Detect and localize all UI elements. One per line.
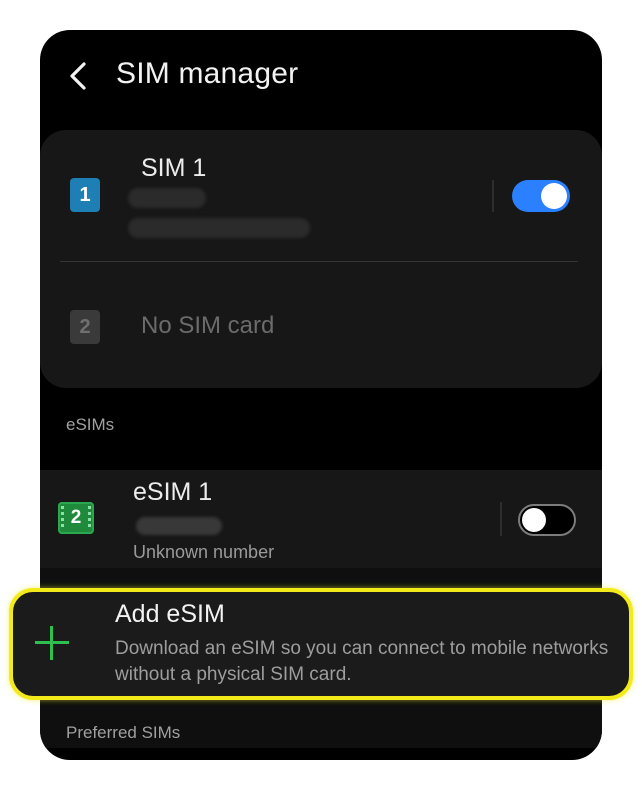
sim-2-row: 2 No SIM card	[40, 262, 602, 388]
physical-sim-card-group: 1 SIM 1 2 No SIM card	[40, 130, 602, 388]
sim-2-badge-icon: 2	[70, 310, 100, 344]
esim-1-toggle[interactable]	[518, 504, 576, 536]
esims-section-label: eSIMs	[66, 415, 115, 434]
toggle-knob	[522, 508, 546, 532]
add-esim-button[interactable]: Add eSIM Download an eSIM so you can con…	[9, 588, 633, 700]
no-sim-card-label: No SIM card	[141, 312, 275, 339]
esim-1-name: eSIM 1	[133, 478, 213, 506]
sim-1-row[interactable]: 1 SIM 1	[40, 130, 602, 260]
add-esim-description: Download an eSIM so you can connect to m…	[115, 638, 609, 685]
preferred-sims-section-label: Preferred SIMs	[66, 723, 181, 742]
sim-1-toggle[interactable]	[512, 180, 570, 212]
add-esim-title: Add eSIM	[115, 600, 225, 628]
obscured-carrier-text	[128, 188, 206, 208]
vertical-divider	[492, 180, 494, 212]
sim-1-name: SIM 1	[141, 154, 207, 182]
app-bar: SIM manager	[40, 30, 602, 120]
toggle-knob	[541, 183, 567, 209]
obscured-phone-number	[128, 218, 310, 238]
plus-icon	[35, 626, 69, 660]
esim-badge-icon: 2	[58, 502, 94, 534]
vertical-divider	[500, 502, 502, 536]
sim-1-badge-icon: 1	[70, 178, 100, 212]
esim-1-row[interactable]: 2 eSIM 1 Unknown number	[40, 470, 602, 568]
obscured-carrier-text	[136, 517, 222, 535]
page-title: SIM manager	[116, 57, 299, 90]
chevron-left-icon[interactable]	[66, 58, 90, 94]
esim-1-number: Unknown number	[133, 542, 275, 562]
